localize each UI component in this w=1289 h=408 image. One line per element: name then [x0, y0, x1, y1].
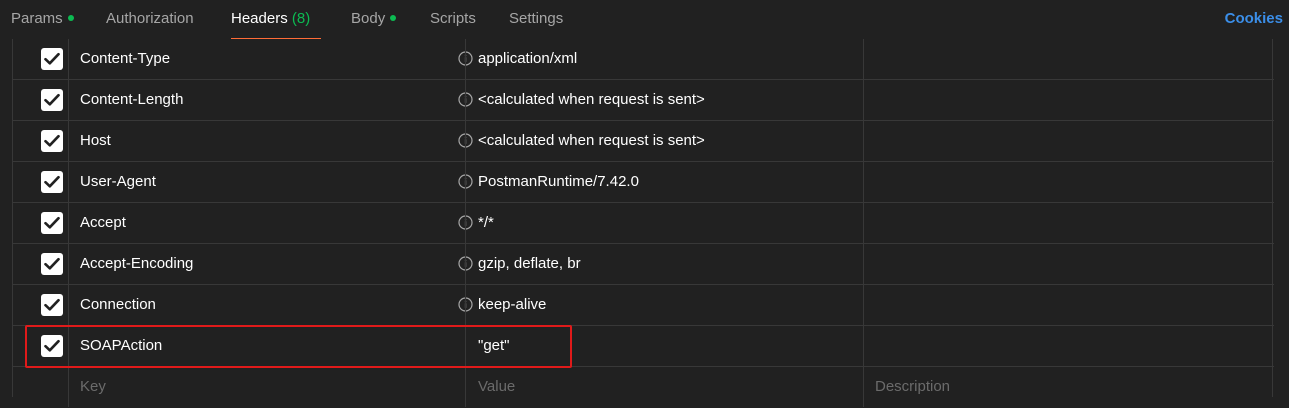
header-description[interactable]: [863, 326, 1274, 366]
header-value[interactable]: */*: [465, 203, 863, 243]
params-status-dot: [67, 15, 74, 22]
tab-headers-label: Headers: [231, 10, 288, 27]
header-description[interactable]: [863, 80, 1274, 120]
header-enabled-checkbox[interactable]: [41, 212, 63, 234]
checkmark-icon: [44, 134, 60, 147]
new-header-row: Key Value Description: [13, 367, 1274, 408]
header-value[interactable]: keep-alive: [465, 285, 863, 325]
header-row: Content-Type application/xml: [13, 39, 1274, 80]
header-enabled-checkbox[interactable]: [41, 171, 63, 193]
header-enabled-checkbox[interactable]: [41, 294, 63, 316]
checkbox-cell: [13, 80, 68, 120]
tab-body[interactable]: Body: [351, 0, 397, 39]
checkmark-icon: [44, 216, 60, 229]
header-value[interactable]: gzip, deflate, br: [465, 244, 863, 284]
header-description[interactable]: [863, 121, 1274, 161]
checkbox-cell: [13, 162, 68, 202]
header-value[interactable]: <calculated when request is sent>: [465, 80, 863, 120]
checkbox-cell: [13, 121, 68, 161]
tab-scripts[interactable]: Scripts: [430, 0, 476, 39]
header-key[interactable]: Content-Length: [68, 80, 465, 120]
new-row-check-cell: [13, 367, 68, 407]
tab-headers[interactable]: Headers (8): [231, 0, 321, 39]
request-tabs: Params Authorization Headers (8) Body Sc…: [0, 0, 1289, 39]
header-key[interactable]: Accept: [68, 203, 465, 243]
headers-table: Content-Type application/xml Content-Lengt…: [12, 39, 1274, 407]
header-description[interactable]: [863, 203, 1274, 243]
checkmark-icon: [44, 93, 60, 106]
checkmark-icon: [44, 175, 60, 188]
header-row: Connection keep-alive: [13, 285, 1274, 326]
header-enabled-checkbox[interactable]: [41, 335, 63, 357]
tab-body-label: Body: [351, 10, 386, 27]
header-row: Host <calculated when request is sent>: [13, 121, 1274, 162]
body-status-dot: [390, 15, 397, 22]
tab-params-label: Params: [11, 10, 63, 27]
checkmark-icon: [44, 257, 60, 270]
tab-settings[interactable]: Settings: [509, 0, 563, 39]
header-value[interactable]: application/xml: [465, 39, 863, 79]
checkbox-cell: [13, 326, 68, 366]
checkmark-icon: [44, 52, 60, 65]
tab-headers-count: (8): [291, 10, 311, 27]
tab-scripts-label: Scripts: [430, 10, 476, 27]
header-enabled-checkbox[interactable]: [41, 253, 63, 275]
header-description[interactable]: [863, 39, 1274, 79]
header-enabled-checkbox[interactable]: [41, 48, 63, 70]
header-key[interactable]: Accept-Encoding: [68, 244, 465, 284]
tab-settings-label: Settings: [509, 10, 564, 27]
new-value-input[interactable]: Value: [465, 367, 863, 407]
header-description[interactable]: [863, 244, 1274, 284]
new-key-input[interactable]: Key: [68, 367, 465, 407]
header-value[interactable]: PostmanRuntime/7.42.0: [465, 162, 863, 202]
checkbox-cell: [13, 39, 68, 79]
tab-authorization[interactable]: Authorization: [106, 0, 194, 39]
header-enabled-checkbox[interactable]: [41, 130, 63, 152]
header-key[interactable]: SOAPAction: [68, 326, 465, 366]
new-description-input[interactable]: Description: [863, 367, 1274, 407]
header-description[interactable]: [863, 162, 1274, 202]
header-enabled-checkbox[interactable]: [41, 89, 63, 111]
header-row: User-Agent PostmanRuntime/7.42.0: [13, 162, 1274, 203]
header-row: SOAPAction "get": [13, 326, 1274, 367]
header-row: Accept-Encoding gzip, deflate, br: [13, 244, 1274, 285]
header-value[interactable]: <calculated when request is sent>: [465, 121, 863, 161]
header-key[interactable]: Connection: [68, 285, 465, 325]
header-value[interactable]: "get": [465, 326, 863, 366]
header-key[interactable]: Host: [68, 121, 465, 161]
tab-params[interactable]: Params: [11, 0, 74, 39]
checkmark-icon: [44, 339, 60, 352]
checkbox-cell: [13, 244, 68, 284]
checkmark-icon: [44, 298, 60, 311]
header-row: Accept */*: [13, 203, 1274, 244]
checkbox-cell: [13, 285, 68, 325]
header-key[interactable]: User-Agent: [68, 162, 465, 202]
checkbox-cell: [13, 203, 68, 243]
cookies-link[interactable]: Cookies: [1225, 0, 1283, 39]
header-key[interactable]: Content-Type: [68, 39, 465, 79]
tab-authorization-label: Authorization: [106, 10, 194, 27]
header-row: Content-Length <calculated when request i…: [13, 80, 1274, 121]
header-description[interactable]: [863, 285, 1274, 325]
